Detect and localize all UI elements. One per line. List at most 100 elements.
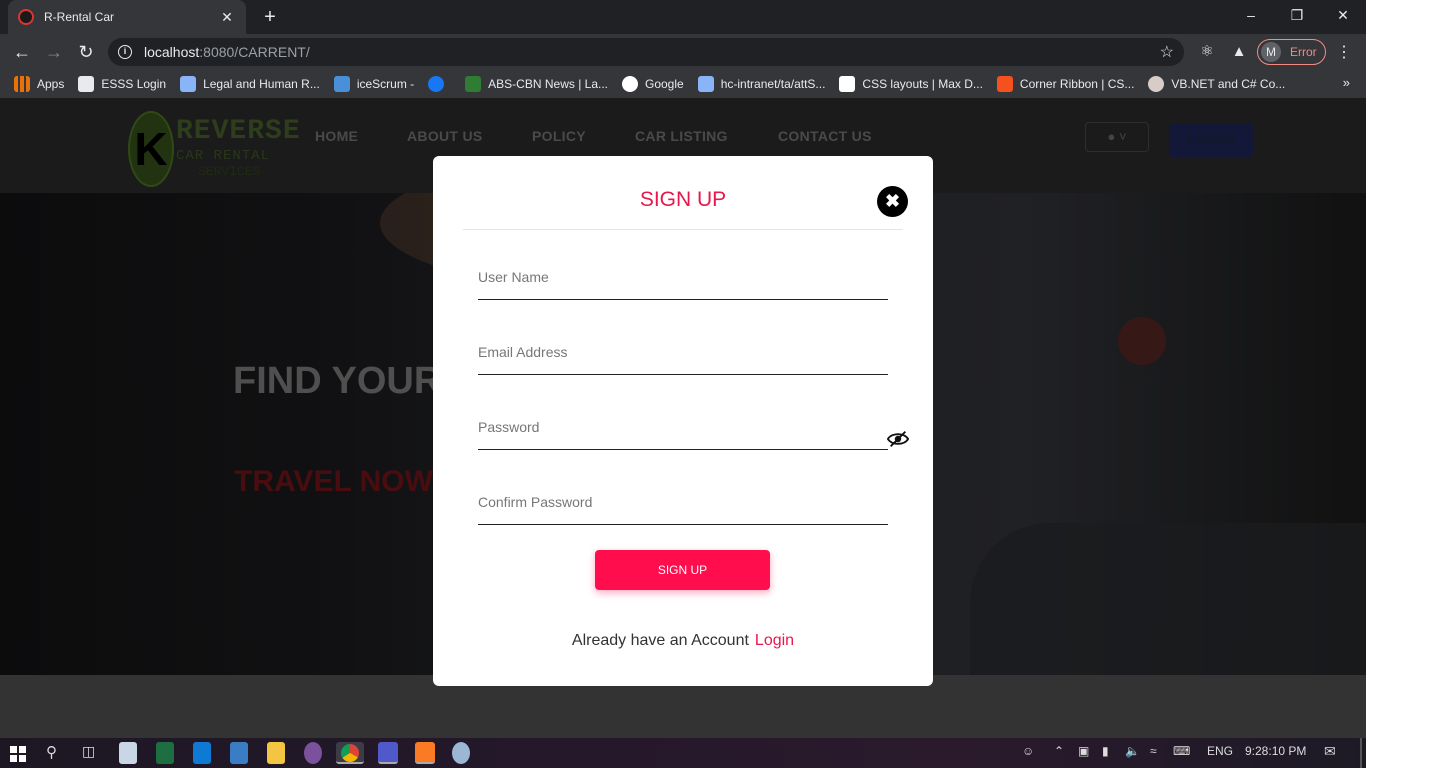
excel-icon[interactable] bbox=[156, 742, 174, 764]
nav-home[interactable]: HOME bbox=[315, 128, 358, 144]
xampp-icon[interactable] bbox=[415, 742, 435, 764]
close-icon[interactable]: ✖ bbox=[877, 186, 908, 217]
keyboard-app-icon[interactable] bbox=[230, 742, 248, 764]
bookmark-item[interactable]: Corner Ribbon | CS... bbox=[996, 76, 1134, 92]
password-input[interactable] bbox=[478, 404, 888, 449]
tab-close-icon[interactable]: ✕ bbox=[218, 9, 236, 26]
wifi-icon[interactable]: ≈ bbox=[1150, 744, 1157, 758]
vscode-icon[interactable] bbox=[193, 742, 211, 764]
paint-icon[interactable] bbox=[452, 742, 470, 764]
user-dropdown[interactable]: ● ˅ bbox=[1085, 122, 1149, 152]
notepad-icon[interactable] bbox=[119, 742, 137, 764]
bookmark-item[interactable]: Legal and Human R... bbox=[180, 76, 320, 92]
username-input[interactable] bbox=[478, 254, 888, 299]
language-indicator[interactable]: ENG bbox=[1207, 744, 1233, 758]
bookmark-label: Google bbox=[645, 77, 684, 91]
site-info-icon[interactable]: i bbox=[118, 45, 132, 59]
login-link[interactable]: Login bbox=[755, 632, 794, 649]
eye-slash-icon[interactable] bbox=[887, 430, 909, 448]
bookmark-item[interactable]: ESSS Login bbox=[78, 76, 166, 92]
chevron-down-icon: ˅ bbox=[1118, 129, 1127, 144]
touch-keyboard-icon[interactable]: ⌨ bbox=[1173, 744, 1190, 758]
bookmark-item[interactable]: Google bbox=[622, 76, 684, 92]
notifications-icon[interactable]: ✉ bbox=[1324, 743, 1336, 760]
bookmark-favicon-icon bbox=[78, 76, 95, 92]
address-bar[interactable]: i localhost:8080/CARRENT/ ☆ bbox=[108, 38, 1184, 66]
bookmark-favicon-icon bbox=[428, 76, 445, 92]
url-host: localhost bbox=[144, 44, 200, 60]
bookmark-label: Apps bbox=[37, 77, 65, 91]
restore-icon[interactable]: ❐ bbox=[1274, 0, 1320, 30]
profile-avatar: M bbox=[1261, 42, 1281, 62]
teams-icon[interactable] bbox=[378, 742, 398, 764]
file-explorer-icon[interactable] bbox=[267, 742, 285, 764]
show-desktop-button[interactable] bbox=[1360, 738, 1362, 768]
nav-about-us[interactable]: ABOUT US bbox=[407, 128, 483, 144]
bookmark-star-icon[interactable]: ☆ bbox=[1160, 42, 1174, 62]
bookmarks-overflow-icon[interactable]: » bbox=[1343, 75, 1350, 90]
people-icon[interactable]: ☺ bbox=[1022, 744, 1034, 758]
user-circle-icon: ● bbox=[1107, 129, 1116, 144]
bookmark-item[interactable]: CSS layouts | Max D... bbox=[839, 76, 983, 92]
bookmark-item[interactable]: hc-intranet/ta/attS... bbox=[697, 76, 826, 92]
confirm-password-input[interactable] bbox=[478, 479, 888, 524]
nav-car-listing[interactable]: CAR LISTING bbox=[635, 128, 728, 144]
logo-mark-icon: K bbox=[128, 111, 174, 187]
chrome-icon bbox=[341, 744, 359, 762]
forward-icon[interactable]: → bbox=[42, 40, 66, 64]
nav-policy[interactable]: POLICY bbox=[532, 128, 586, 144]
signup-modal: SIGN UP ✖ SIGN UP Already have bbox=[433, 156, 933, 686]
nav-contact-us[interactable]: CONTACT US bbox=[778, 128, 872, 144]
bookmark-favicon-icon bbox=[622, 76, 638, 92]
profile-button[interactable]: M Error bbox=[1257, 39, 1326, 65]
logo-text-bottom: SERVICES bbox=[198, 164, 261, 179]
nav-login-button[interactable]: LOGIN bbox=[1169, 123, 1253, 157]
react-devtools-icon[interactable]: ⚛ bbox=[1197, 42, 1217, 62]
screen: R-Rental Car ✕ + – ❐ ✕ ← → ↻ i localhost… bbox=[0, 0, 1438, 782]
browser-tab[interactable]: R-Rental Car ✕ bbox=[8, 0, 246, 34]
login-prompt: Already have an Account Login bbox=[433, 632, 933, 650]
signup-button[interactable]: SIGN UP bbox=[595, 550, 770, 590]
bookmark-item[interactable] bbox=[428, 76, 451, 92]
site-logo[interactable]: K REVERSE CAR RENTAL SERVICES bbox=[128, 108, 300, 188]
bookmark-item[interactable]: ABS-CBN News | La... bbox=[465, 76, 608, 92]
bookmark-item[interactable]: VB.NET and C# Co... bbox=[1148, 76, 1285, 92]
battery-icon[interactable]: ▮ bbox=[1102, 744, 1109, 758]
meet-now-icon[interactable]: ▣ bbox=[1078, 744, 1089, 758]
search-icon[interactable]: ⚲ bbox=[46, 743, 57, 761]
bookmark-favicon-icon bbox=[180, 76, 197, 92]
window-close-icon[interactable]: ✕ bbox=[1320, 0, 1366, 30]
logo-text-mid: CAR RENTAL bbox=[176, 148, 271, 164]
hero-background-dashboard bbox=[970, 523, 1366, 675]
taskbar-clock[interactable]: 9:28:10 PM bbox=[1245, 744, 1306, 758]
browser-menu-icon[interactable]: ⋮ bbox=[1334, 42, 1354, 62]
bookmark-label: Legal and Human R... bbox=[203, 77, 320, 91]
volume-muted-icon[interactable]: 🔈 bbox=[1125, 744, 1140, 758]
new-tab-button[interactable]: + bbox=[258, 5, 282, 29]
minimize-icon[interactable]: – bbox=[1228, 0, 1274, 30]
bookmark-label: CSS layouts | Max D... bbox=[862, 77, 983, 91]
bookmark-label: hc-intranet/ta/attS... bbox=[720, 77, 826, 91]
bookmark-label: iceScrum - bbox=[356, 77, 415, 91]
windows-taskbar: ⚲ ◫ ☺ ⌃ ▣ ▮ 🔈 ≈ ⌨ ENG 9:28:10 PM ✉ bbox=[0, 738, 1366, 768]
bookmark-item[interactable]: iceScrum - bbox=[333, 76, 415, 92]
show-hidden-icons-icon[interactable]: ⌃ bbox=[1054, 744, 1064, 758]
tab-strip: R-Rental Car ✕ + – ❐ ✕ bbox=[0, 0, 1366, 34]
windows-start-icon[interactable] bbox=[10, 746, 26, 762]
login-prompt-text: Already have an Account bbox=[571, 632, 749, 649]
bookmark-favicon-icon bbox=[996, 76, 1013, 92]
bookmark-favicon-icon bbox=[465, 76, 482, 92]
bookmark-favicon-icon bbox=[839, 76, 856, 92]
modal-title: SIGN UP bbox=[639, 188, 727, 211]
bookmark-item[interactable]: Apps bbox=[14, 76, 64, 92]
back-icon[interactable]: ← bbox=[10, 40, 34, 64]
password-field bbox=[478, 404, 888, 450]
chrome-taskbar-icon[interactable] bbox=[336, 742, 364, 764]
modal-divider bbox=[463, 229, 903, 230]
extensions-icon[interactable]: ▲ bbox=[1229, 42, 1249, 62]
email-input[interactable] bbox=[478, 329, 888, 374]
viber-icon[interactable] bbox=[304, 742, 322, 764]
reload-icon[interactable]: ↻ bbox=[74, 40, 98, 64]
task-view-icon[interactable]: ◫ bbox=[82, 743, 95, 760]
site-favicon-icon bbox=[18, 9, 34, 25]
